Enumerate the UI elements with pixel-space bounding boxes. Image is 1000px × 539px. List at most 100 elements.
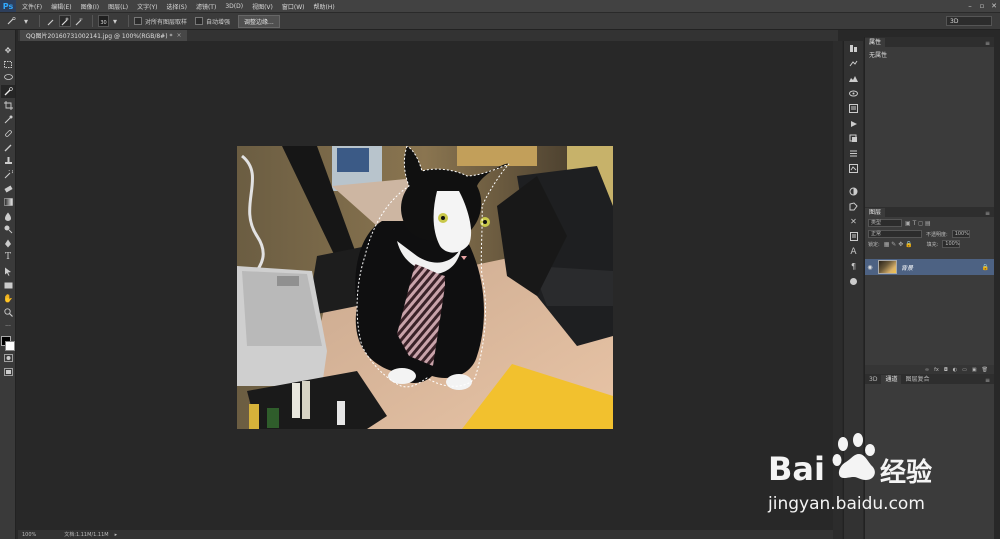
path-selection-tool-icon[interactable] (1, 265, 15, 278)
menu-filter[interactable]: 滤镜(T) (196, 2, 216, 11)
maximize-button[interactable]: ▫ (976, 0, 988, 12)
layer-comps-icon[interactable] (844, 131, 863, 146)
paragraph-panel-icon[interactable]: ¶ (844, 259, 863, 274)
tab-channels[interactable]: 通道 (881, 375, 902, 384)
divider (128, 15, 129, 27)
new-group-icon[interactable]: ▭ (962, 367, 967, 373)
menu-layer[interactable]: 图层(L) (108, 2, 128, 11)
styles-panel-icon[interactable] (844, 199, 863, 214)
tab-3d[interactable]: 3D (865, 375, 881, 384)
workspace-switcher[interactable]: 3D (946, 16, 992, 26)
delete-layer-icon[interactable]: 🗑 (982, 367, 988, 373)
move-tool-icon[interactable]: ✥ (1, 44, 15, 57)
lock-icons[interactable]: ▦ ✎ ✥ 🔒 (884, 241, 913, 248)
pen-tool-icon[interactable] (1, 237, 15, 250)
document-tab[interactable]: QQ图片20160731002141.jpg @ 100%(RGB/8#) * … (20, 30, 188, 41)
menu-help[interactable]: 帮助(H) (314, 2, 335, 11)
minimize-button[interactable]: – (964, 0, 976, 12)
layer-style-icon[interactable]: fx (934, 367, 939, 373)
blur-tool-icon[interactable] (1, 210, 15, 223)
filter-icons[interactable]: ▣ T ◻ ▤ (905, 220, 931, 227)
subtract-from-selection-button[interactable] (73, 15, 85, 27)
navigator-panel-icon[interactable] (844, 86, 863, 101)
document-info[interactable]: 文档:1.11M/1.11M (64, 531, 108, 538)
menu-image[interactable]: 图像(I) (81, 2, 99, 11)
brush-presets-icon[interactable] (844, 146, 863, 161)
history-brush-tool-icon[interactable] (1, 168, 15, 181)
document-canvas-image[interactable] (237, 146, 613, 429)
type-tool-icon[interactable]: T (1, 251, 15, 264)
close-tab-icon[interactable]: × (176, 32, 181, 39)
menu-type[interactable]: 文字(Y) (137, 2, 157, 11)
menu-file[interactable]: 文件(F) (22, 2, 42, 11)
auto-enhance-checkbox[interactable] (195, 17, 204, 25)
clone-stamp-tool-icon[interactable] (1, 154, 15, 167)
hand-tool-icon[interactable]: ✋ (1, 292, 15, 305)
document-tab-bar: QQ图片20160731002141.jpg @ 100%(RGB/8#) * … (18, 30, 838, 41)
tab-layers[interactable]: 图层 (865, 208, 886, 217)
quick-selection-tool-icon[interactable] (1, 85, 15, 99)
menu-edit[interactable]: 编辑(E) (51, 2, 71, 11)
menu-3d[interactable]: 3D(D) (225, 3, 243, 10)
brush-size-picker[interactable]: 30 (98, 15, 109, 27)
play-actions-icon[interactable] (844, 116, 863, 131)
character-panel-icon[interactable]: A (844, 244, 863, 259)
menu-view[interactable]: 视图(V) (252, 2, 273, 11)
add-mask-icon[interactable]: ◘ (944, 367, 948, 373)
menu-window[interactable]: 窗口(W) (282, 2, 305, 11)
history-panel-icon[interactable] (844, 41, 863, 56)
opacity-input[interactable]: 100% (951, 230, 970, 238)
add-to-selection-button[interactable] (59, 15, 71, 27)
panel-menu-icon[interactable]: ≡ (985, 377, 990, 384)
cat-photo (237, 146, 613, 429)
fill-input[interactable]: 100% (942, 240, 961, 248)
adjustment-layer-icon[interactable]: ◐ (953, 367, 957, 373)
rectangle-tool-icon[interactable] (1, 279, 15, 292)
layer-row-background[interactable]: ◉ 背景 🔒 (865, 259, 994, 275)
clone-source-icon[interactable] (844, 161, 863, 176)
tool-preset-picker[interactable] (6, 15, 18, 27)
screen-mode-icon[interactable] (1, 366, 15, 379)
new-layer-icon[interactable]: ▣ (972, 367, 977, 373)
quick-mask-icon[interactable] (1, 352, 15, 365)
info-panel-icon[interactable] (844, 101, 863, 116)
histogram-panel-icon[interactable] (844, 71, 863, 86)
adjustments-panel-icon[interactable] (844, 184, 863, 199)
zoom-level[interactable]: 100% (22, 532, 36, 538)
dodge-tool-icon[interactable] (1, 223, 15, 236)
layer-name[interactable]: 背景 (901, 263, 913, 272)
menu-select[interactable]: 选择(S) (166, 2, 187, 11)
edit-toolbar-icon[interactable]: ··· (1, 320, 15, 333)
zoom-tool-icon[interactable] (1, 306, 15, 319)
properties-panel-icon[interactable] (844, 229, 863, 244)
panel-menu-icon[interactable]: ≡ (985, 40, 990, 47)
chevron-down-icon[interactable]: ▾ (20, 15, 32, 27)
refine-edge-button[interactable]: 调整边缘... (238, 14, 280, 28)
layer-kind-filter[interactable]: 类型 (868, 219, 902, 227)
panel-menu-icon[interactable]: ≡ (985, 210, 990, 217)
swatches-panel-icon[interactable] (844, 274, 863, 289)
tab-properties[interactable]: 属性 (865, 38, 886, 47)
healing-brush-tool-icon[interactable] (1, 127, 15, 140)
blend-mode-select[interactable]: 正常 (868, 230, 922, 238)
actions-panel-icon[interactable] (844, 56, 863, 71)
chevron-down-icon[interactable]: ▾ (109, 15, 121, 27)
tab-layer-comps[interactable]: 图层复合 (901, 375, 933, 384)
eye-icon[interactable]: ◉ (865, 264, 875, 271)
eyedropper-tool-icon[interactable] (1, 113, 15, 126)
marquee-tool-icon[interactable] (1, 58, 15, 71)
chevron-right-icon[interactable]: ▸ (115, 532, 118, 538)
eraser-tool-icon[interactable] (1, 182, 15, 195)
link-layers-icon[interactable]: ∞ (925, 367, 929, 373)
tools-x-icon[interactable]: ✕ (844, 214, 863, 229)
color-swatches[interactable] (0, 334, 15, 352)
brush-tool-icon[interactable] (1, 141, 15, 154)
new-selection-button[interactable] (45, 15, 57, 27)
lasso-tool-icon[interactable] (1, 72, 15, 85)
gradient-tool-icon[interactable] (1, 196, 15, 209)
sample-all-layers-checkbox[interactable] (134, 17, 142, 25)
background-color-swatch[interactable] (5, 340, 15, 351)
close-window-button[interactable]: ✕ (988, 0, 1000, 12)
crop-tool-icon[interactable] (1, 99, 15, 112)
fill-label: 填充: (926, 241, 939, 248)
